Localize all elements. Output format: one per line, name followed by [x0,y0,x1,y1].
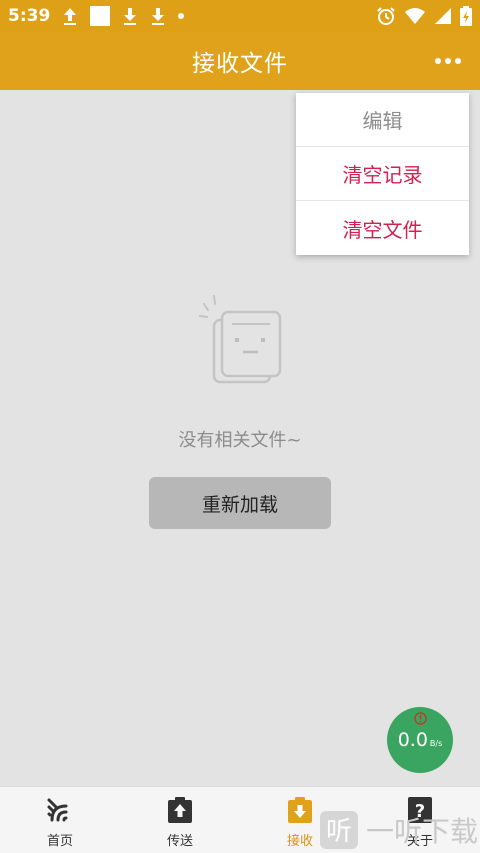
status-bar: 5:39 [0,0,480,32]
empty-state-text: 没有相关文件~ [178,430,302,451]
transfer-speed-badge[interactable]: 0.0 B/s [387,707,453,773]
wifi-icon [405,8,425,24]
empty-files-icon [199,295,282,384]
download-icon [152,8,164,25]
more-dot [455,58,461,64]
more-dot [445,58,451,64]
signal-waves-icon [46,796,74,824]
speed-unit: B/s [429,738,443,748]
notification-dot-icon [178,13,184,19]
watermark-text: 一听下载 [366,814,479,848]
app-bar: 接收文件 [0,32,480,90]
more-dot [435,58,441,64]
download-icon [124,8,136,25]
upload-icon [64,8,76,25]
square-icon [90,6,110,26]
tab-send[interactable]: 传送 [120,787,240,853]
signal-icon [435,8,451,24]
status-left-icons [62,6,184,26]
menu-item-clear-files[interactable]: 清空文件 [296,201,469,255]
tab-send-label: 传送 [166,834,193,849]
status-time: 5:39 [8,6,51,26]
tab-home-label: 首页 [46,834,73,849]
send-upload-icon [166,796,194,824]
tab-home[interactable]: 首页 [0,787,120,853]
page-title: 接收文件 [192,51,288,77]
reload-button[interactable]: 重新加载 [149,477,331,529]
battery-icon [460,6,472,26]
alarm-icon [377,7,395,25]
watermark-logo: 听 [320,810,358,849]
watermark: 听 一听下载 [320,806,480,853]
more-options-button[interactable] [430,46,466,76]
status-right-icons [376,6,472,26]
menu-item-clear-records[interactable]: 清空记录 [296,147,469,201]
options-menu: 编辑 清空记录 清空文件 [296,93,469,255]
alert-icon [414,712,427,725]
menu-item-edit[interactable]: 编辑 [296,93,469,147]
receive-download-icon [286,796,314,824]
tab-receive-label: 接收 [286,834,313,849]
speed-value: 0.0 [397,728,428,751]
